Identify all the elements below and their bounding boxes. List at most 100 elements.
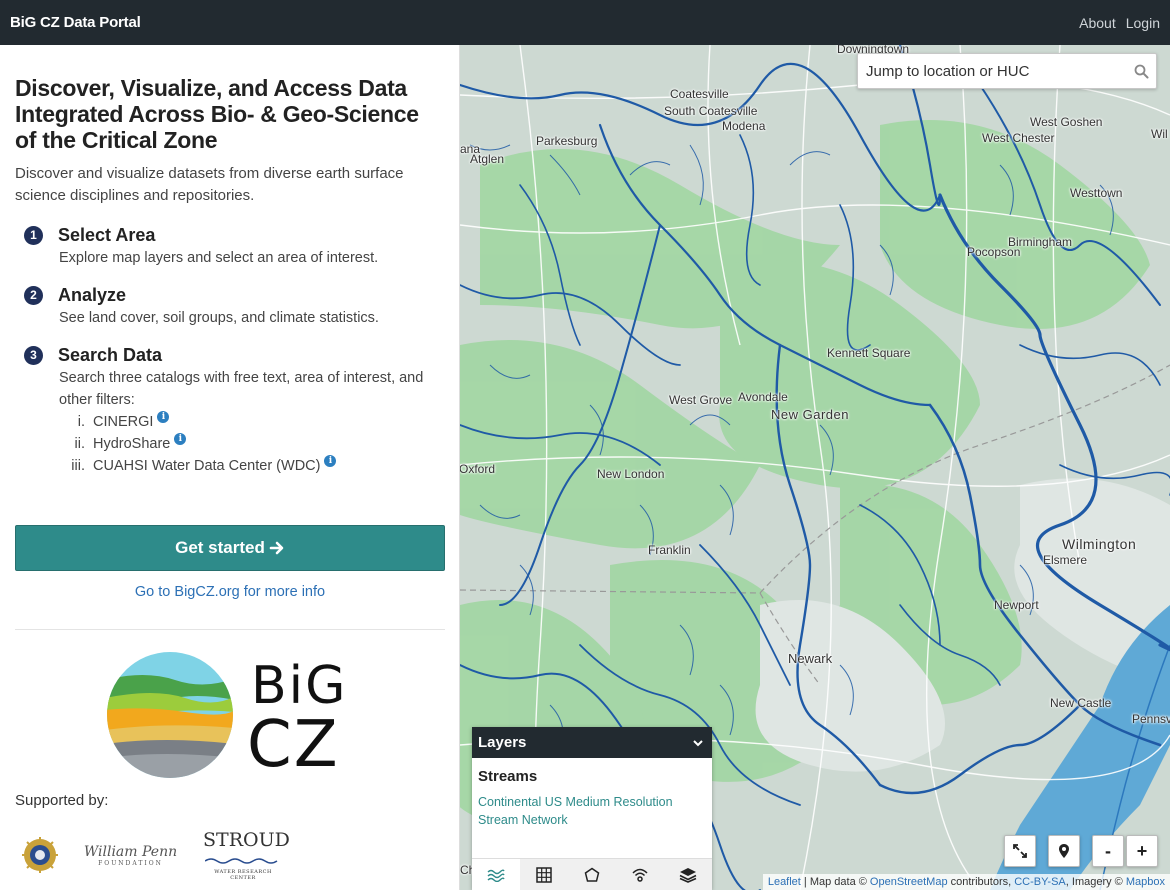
layers-panel-body: Streams Continental US Medium Resolution… — [472, 758, 712, 839]
mapbox-link[interactable]: Mapbox — [1126, 876, 1165, 888]
info-icon[interactable]: i — [174, 433, 187, 445]
place-label: Oxford — [460, 462, 496, 476]
brand-title[interactable]: BiG CZ Data Portal — [10, 14, 141, 31]
fullscreen-button[interactable] — [1004, 835, 1036, 867]
map-pin-icon — [1059, 844, 1069, 858]
step-number-badge: 1 — [24, 226, 43, 245]
stroud-logo: STROUD WATER RESEARCH CENTER — [203, 828, 290, 881]
nav-links: About Login — [1079, 15, 1160, 31]
zoom-in-button[interactable]: + — [1126, 835, 1158, 867]
license-link[interactable]: CC-BY-SA — [1014, 876, 1066, 888]
zoom-out-button[interactable]: - — [1092, 835, 1124, 867]
stream-layer-option[interactable]: Continental US Medium Resolution Stream … — [478, 793, 706, 829]
steps-list: 1 Select Area Explore map layers and sel… — [15, 223, 444, 477]
step-title: Select Area — [58, 225, 156, 245]
bigcz-logo-circle — [107, 652, 233, 778]
place-label: New London — [597, 467, 665, 481]
layer-section-title: Streams — [478, 768, 538, 785]
catalog-list: i. CINERGI i ii. HydroShare i iii. CUAHS… — [58, 411, 444, 477]
place-label: New Garden — [771, 407, 849, 422]
leaflet-link[interactable]: Leaflet — [768, 876, 801, 888]
place-label: South Coatesville — [664, 104, 758, 118]
place-label: West Grove — [669, 393, 733, 407]
catalog-name: CINERGI — [93, 414, 154, 430]
location-search-input[interactable] — [866, 62, 1126, 80]
tab-boundaries[interactable] — [568, 859, 616, 890]
step-description: See land cover, soil groups, and climate… — [59, 310, 379, 326]
tab-grid[interactable] — [520, 859, 568, 890]
place-label: Coatesville — [670, 87, 729, 101]
place-label: Franklin — [648, 543, 691, 557]
tab-basemaps[interactable] — [664, 859, 712, 890]
place-label: Wil — [1151, 127, 1168, 141]
step-select-area: 1 Select Area Explore map layers and sel… — [15, 223, 444, 269]
nav-link-about[interactable]: About — [1079, 15, 1116, 31]
supported-by-label: Supported by: — [15, 792, 109, 809]
waves-icon — [487, 869, 505, 882]
expand-icon — [1013, 844, 1027, 858]
place-label: West Goshen — [1030, 115, 1103, 129]
attribution-text: contributors, — [947, 876, 1015, 888]
place-label: Westtown — [1070, 186, 1123, 200]
get-started-label: Get started — [175, 538, 265, 557]
search-icon[interactable] — [1126, 64, 1156, 79]
place-label: Newark — [788, 651, 833, 666]
signal-icon — [632, 868, 648, 882]
step-search-data: 3 Search Data Search three catalogs with… — [15, 343, 444, 477]
place-label: ana — [460, 142, 481, 156]
layers-panel-header[interactable]: Layers — [472, 727, 712, 758]
stroud-logo-wordmark: STROUD — [203, 828, 290, 851]
step-analyze: 2 Analyze See land cover, soil groups, a… — [15, 283, 444, 329]
step-number-badge: 3 — [24, 346, 43, 365]
more-info-link[interactable]: Go to BigCZ.org for more info — [15, 584, 445, 600]
arrow-right-icon — [269, 541, 284, 555]
tab-observations[interactable] — [616, 859, 664, 890]
place-label: Elsmere — [1043, 553, 1088, 567]
place-label: Pocopson — [967, 245, 1021, 259]
locate-button[interactable] — [1048, 835, 1080, 867]
place-label: West Chester — [982, 131, 1055, 145]
attribution-text: , Imagery © — [1065, 876, 1126, 888]
sidebar: Discover, Visualize, and Access Data Int… — [0, 45, 460, 890]
info-icon[interactable]: i — [324, 455, 337, 467]
map-panel[interactable]: Downingtown Coatesville South Coatesvill… — [460, 45, 1170, 890]
divider — [15, 629, 445, 630]
location-search[interactable] — [857, 53, 1157, 89]
place-label: Pennsville — [1132, 712, 1170, 726]
layers-panel-title: Layers — [478, 734, 527, 751]
catalog-item-cuahsi: iii. CUAHSI Water Data Center (WDC) i — [58, 455, 444, 477]
place-label: Newport — [994, 598, 1039, 612]
place-label: Wilmington — [1062, 536, 1137, 552]
sponsor-logos: William Penn FOUNDATION STROUD WATER RES… — [22, 830, 290, 881]
info-icon[interactable]: i — [157, 411, 170, 423]
chevron-down-icon[interactable] — [692, 737, 704, 749]
step-description: Explore map layers and select an area of… — [59, 250, 379, 266]
catalog-item-hydroshare: ii. HydroShare i — [58, 433, 444, 455]
attribution-text: | Map data © — [800, 876, 870, 888]
osm-link[interactable]: OpenStreetMap — [870, 876, 948, 888]
place-label: Parkesburg — [536, 134, 598, 148]
tab-streams[interactable] — [472, 859, 520, 890]
catalog-name: HydroShare — [93, 436, 171, 452]
get-started-button[interactable]: Get started — [15, 525, 445, 571]
nav-link-login[interactable]: Login — [1126, 15, 1160, 31]
william-penn-logo-caption: FOUNDATION — [98, 859, 163, 867]
waves-icon — [204, 857, 278, 864]
place-label: Kennett Square — [827, 346, 911, 360]
place-label: New Castle — [1050, 696, 1112, 710]
catalog-name: CUAHSI Water Data Center (WDC) — [93, 458, 321, 474]
map-attribution: Leaflet | Map data © OpenStreetMap contr… — [762, 874, 1170, 890]
bigcz-logo-text-cz: CZ — [247, 708, 340, 782]
list-numeral: iii. — [71, 458, 85, 474]
list-numeral: i. — [77, 414, 85, 430]
lead-text: Discover and visualize datasets from div… — [15, 165, 404, 204]
william-penn-foundation-logo: William Penn FOUNDATION — [83, 844, 178, 867]
catalog-item-cinergi: i. CINERGI i — [58, 411, 444, 433]
top-navbar: BiG CZ Data Portal About Login — [0, 0, 1170, 45]
step-description: Search three catalogs with free text, ar… — [59, 370, 424, 408]
step-number-badge: 2 — [24, 286, 43, 305]
william-penn-logo-script: William Penn — [83, 843, 178, 860]
nsf-logo — [22, 837, 58, 873]
bigcz-logo-text-big: BiG — [251, 656, 348, 716]
stroud-logo-caption: WATER RESEARCH CENTER — [214, 868, 272, 881]
